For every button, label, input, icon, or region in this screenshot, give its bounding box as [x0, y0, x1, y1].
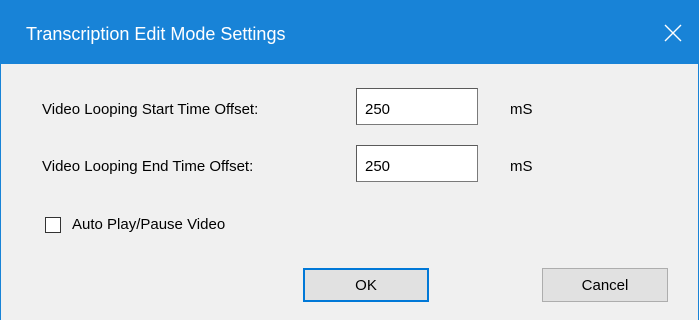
settings-dialog: Transcription Edit Mode Settings Video L…	[0, 0, 699, 320]
end-offset-unit: mS	[510, 158, 533, 175]
dialog-title: Transcription Edit Mode Settings	[26, 24, 286, 44]
cancel-button[interactable]: Cancel	[542, 268, 668, 302]
ok-button[interactable]: OK	[303, 268, 429, 302]
ok-button-label: OK	[355, 276, 377, 294]
start-offset-input[interactable]	[356, 88, 478, 125]
start-offset-label: Video Looping Start Time Offset:	[42, 101, 259, 118]
end-offset-label: Video Looping End Time Offset:	[42, 158, 254, 175]
title-bar: Transcription Edit Mode Settings	[1, 1, 698, 64]
auto-play-label[interactable]: Auto Play/Pause Video	[72, 216, 225, 234]
cancel-button-label: Cancel	[581, 276, 629, 294]
close-icon	[664, 24, 682, 41]
close-button[interactable]	[648, 1, 698, 64]
start-offset-unit: mS	[510, 101, 533, 118]
end-offset-input[interactable]	[356, 145, 478, 182]
auto-play-checkbox[interactable]	[45, 217, 61, 233]
